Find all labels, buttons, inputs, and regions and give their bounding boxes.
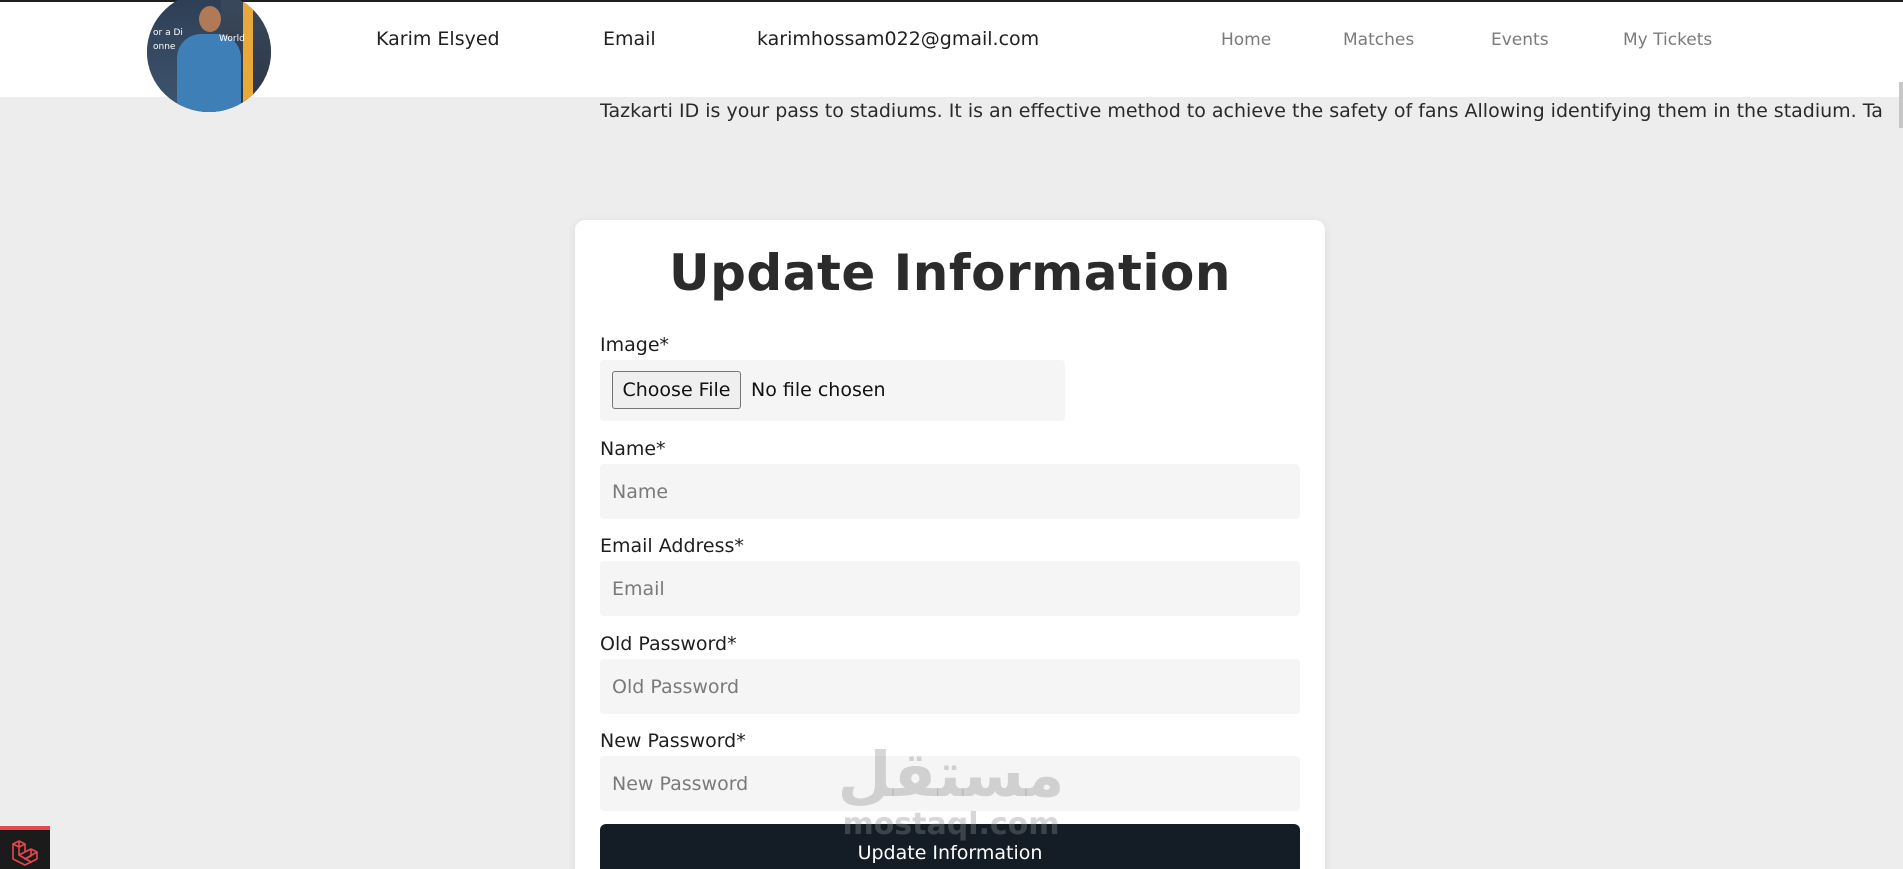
email-input[interactable] [600,561,1300,616]
update-information-card: Update Information Image* Choose File No… [575,220,1325,869]
top-header: or a Di onne World Karim Elsyed Email ka… [0,0,1903,112]
form-title: Update Information [669,244,1231,302]
avatar[interactable]: or a Di onne World [147,0,271,112]
new-password-label: New Password* [600,730,746,752]
page: or a Di onne World Karim Elsyed Email ka… [0,0,1903,869]
nav-link-matches[interactable]: Matches [1343,30,1414,50]
file-status-text: No file chosen [751,379,886,401]
email-address-label: Email Address* [600,535,744,557]
avatar-stripe [243,0,253,112]
user-name: Karim Elsyed [376,28,500,50]
choose-file-button[interactable]: Choose File [612,371,741,409]
nav-link-events[interactable]: Events [1491,30,1549,50]
avatar-person-head [199,6,221,32]
email-value: karimhossam022@gmail.com [757,28,1040,50]
name-label: Name* [600,438,666,460]
info-marquee: Tazkarti ID is your pass to stadiums. It… [600,100,1883,122]
old-password-input[interactable] [600,659,1300,714]
avatar-person-body [177,34,241,112]
avatar-photo-text: or a Di [153,28,183,38]
image-label: Image* [600,334,670,356]
avatar-photo-text: World [219,34,245,44]
old-password-label: Old Password* [600,633,737,655]
email-label: Email [603,28,656,50]
laravel-logo-icon [12,840,38,866]
update-information-button[interactable]: Update Information [600,824,1300,869]
image-file-input[interactable]: Choose File No file chosen [600,360,1065,421]
laravel-debug-badge[interactable] [0,826,50,869]
nav-link-home[interactable]: Home [1221,30,1271,50]
new-password-input[interactable] [600,756,1300,811]
avatar-photo-text: onne [153,42,176,52]
name-input[interactable] [600,464,1300,519]
nav-link-my-tickets[interactable]: My Tickets [1623,30,1712,50]
